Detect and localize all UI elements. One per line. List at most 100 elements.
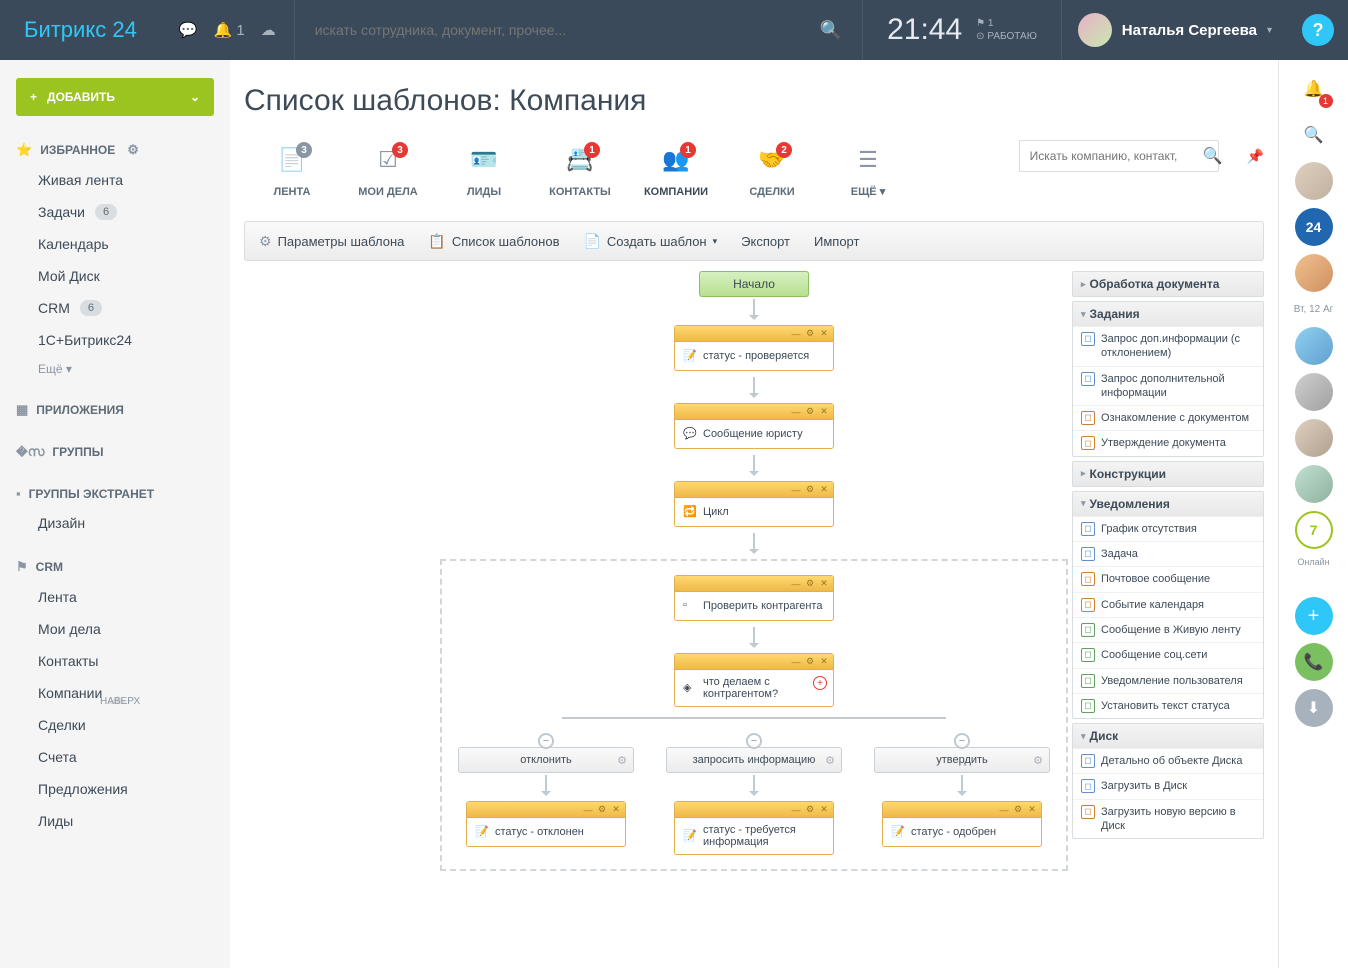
minimize-icon[interactable]: — bbox=[791, 485, 801, 495]
online-count[interactable]: 7 bbox=[1295, 511, 1333, 549]
sidebar-item[interactable]: Лиды bbox=[0, 805, 230, 837]
minimize-icon[interactable]: — bbox=[791, 657, 801, 667]
palette-item[interactable]: ◻График отсутствия bbox=[1073, 516, 1263, 541]
workflow-node[interactable]: —⚙✕💬Сообщение юристу bbox=[674, 403, 834, 449]
gear-icon[interactable]: ⚙ bbox=[805, 805, 815, 815]
branch-remove-icon[interactable]: − bbox=[746, 733, 762, 749]
bell-icon[interactable]: 🔔 1 bbox=[214, 21, 245, 39]
gear-icon[interactable]: ⚙ bbox=[805, 485, 815, 495]
close-icon[interactable]: ✕ bbox=[1027, 805, 1037, 815]
gear-icon[interactable]: ⚙ bbox=[805, 407, 815, 417]
crm-tab[interactable]: 👥КОМПАНИИ1 bbox=[628, 140, 724, 206]
toolbar-item[interactable]: Импорт bbox=[814, 234, 859, 249]
sidebar-item[interactable]: Лента bbox=[0, 581, 230, 613]
close-icon[interactable]: ✕ bbox=[611, 805, 621, 815]
sidebar-section-title[interactable]: ▪ГРУППЫ ЭКСТРАНЕТ bbox=[0, 480, 230, 507]
palette-section-header[interactable]: ▾Задания bbox=[1073, 302, 1263, 326]
toolbar-item[interactable]: ⚙Параметры шаблона bbox=[259, 233, 404, 250]
workflow-node[interactable]: —⚙✕📝статус - отклонен bbox=[466, 801, 626, 847]
sidebar-item[interactable]: Контакты bbox=[0, 645, 230, 677]
toolbar-item[interactable]: Экспорт bbox=[741, 234, 790, 249]
gear-icon[interactable]: ⚙ bbox=[597, 805, 607, 815]
search-icon[interactable]: 🔍 bbox=[1295, 116, 1333, 154]
minimize-icon[interactable]: — bbox=[999, 805, 1009, 815]
sidebar-section-title[interactable]: ▦ПРИЛОЖЕНИЯ bbox=[0, 396, 230, 424]
palette-item[interactable]: ◻Почтовое сообщение bbox=[1073, 566, 1263, 591]
branch-node[interactable]: утвердить⚙ bbox=[874, 747, 1050, 773]
download-icon[interactable]: ⬇ bbox=[1295, 689, 1333, 727]
toolbar-item[interactable]: 📋Список шаблонов bbox=[428, 233, 559, 250]
palette-item[interactable]: ◻Задача bbox=[1073, 541, 1263, 566]
gear-icon[interactable]: ⚙ bbox=[805, 579, 815, 589]
start-node[interactable]: Начало bbox=[699, 271, 809, 297]
help-button[interactable]: ? bbox=[1302, 14, 1334, 46]
palette-item[interactable]: ◻Событие календаря bbox=[1073, 592, 1263, 617]
crm-tab[interactable]: ☰ЕЩЁ ▾ bbox=[820, 140, 916, 206]
back-to-top[interactable]: НАВЕРХ bbox=[100, 696, 140, 707]
gear-icon[interactable]: ⚙ bbox=[127, 142, 139, 158]
contact-avatar[interactable] bbox=[1295, 162, 1333, 200]
notifications-icon[interactable]: 🔔1 bbox=[1295, 70, 1333, 108]
workflow-node[interactable]: —⚙✕🔁Цикл bbox=[674, 481, 834, 527]
sidebar-item[interactable]: CRM6 bbox=[0, 292, 230, 324]
branch-node[interactable]: запросить информацию⚙ bbox=[666, 747, 842, 773]
user-menu[interactable]: Наталья Сергеева ▾ bbox=[1062, 13, 1288, 47]
branch-remove-icon[interactable]: − bbox=[954, 733, 970, 749]
search-input[interactable] bbox=[315, 22, 810, 38]
contact-avatar[interactable] bbox=[1295, 465, 1333, 503]
contact-avatar[interactable] bbox=[1295, 373, 1333, 411]
contact-avatar[interactable] bbox=[1295, 419, 1333, 457]
condition-node[interactable]: —⚙✕◈что делаем с контрагентом?+ bbox=[674, 653, 834, 707]
crm-tab[interactable]: 📇КОНТАКТЫ1 bbox=[532, 140, 628, 206]
palette-item[interactable]: ◻Сообщение в Живую ленту bbox=[1073, 617, 1263, 642]
sidebar-item[interactable]: Мои дела bbox=[0, 613, 230, 645]
sidebar-item[interactable]: 1С+Битрикс24 bbox=[0, 324, 230, 356]
palette-item[interactable]: ◻Утверждение документа bbox=[1073, 430, 1263, 455]
gear-icon[interactable]: ⚙ bbox=[1033, 754, 1043, 767]
palette-item[interactable]: ◻Уведомление пользователя bbox=[1073, 668, 1263, 693]
clock-widget[interactable]: 21:44 ⚑ 1 ⊙ РАБОТАЮ bbox=[863, 13, 1061, 47]
gear-icon[interactable]: ⚙ bbox=[805, 329, 815, 339]
palette-item[interactable]: ◻Сообщение соц.сети bbox=[1073, 642, 1263, 667]
sidebar-section-title[interactable]: �സГРУППЫ bbox=[0, 438, 230, 466]
sidebar-item[interactable]: Задачи6 bbox=[0, 196, 230, 228]
palette-section-header[interactable]: ▸Обработка документа bbox=[1073, 272, 1263, 296]
toolbar-item[interactable]: 📄Создать шаблон ▾ bbox=[583, 233, 717, 250]
minimize-icon[interactable]: — bbox=[583, 805, 593, 815]
gear-icon[interactable]: ⚙ bbox=[617, 754, 627, 767]
palette-section-header[interactable]: ▾Уведомления bbox=[1073, 492, 1263, 516]
sidebar-item[interactable]: Дизайн bbox=[0, 507, 230, 539]
close-icon[interactable]: ✕ bbox=[819, 407, 829, 417]
minimize-icon[interactable]: — bbox=[791, 579, 801, 589]
minimize-icon[interactable]: — bbox=[791, 407, 801, 417]
close-icon[interactable]: ✕ bbox=[819, 579, 829, 589]
palette-item[interactable]: ◻Ознакомление с документом bbox=[1073, 405, 1263, 430]
add-branch-icon[interactable]: + bbox=[813, 676, 827, 690]
sidebar-section-title[interactable]: ⚑CRM bbox=[0, 553, 230, 581]
close-icon[interactable]: ✕ bbox=[819, 485, 829, 495]
sidebar-item[interactable]: Мой Диск bbox=[0, 260, 230, 292]
add-button[interactable]: + ДОБАВИТЬ ⌄ bbox=[16, 78, 214, 116]
sidebar-item[interactable]: Календарь bbox=[0, 228, 230, 260]
pin-icon[interactable]: 📌 bbox=[1247, 148, 1264, 165]
sidebar-item[interactable]: Счета bbox=[0, 741, 230, 773]
crm-tab[interactable]: 🤝СДЕЛКИ2 bbox=[724, 140, 820, 206]
close-icon[interactable]: ✕ bbox=[819, 657, 829, 667]
search-icon[interactable]: 🔍 bbox=[1203, 146, 1223, 166]
cloud-icon[interactable]: ☁ bbox=[261, 21, 276, 39]
close-icon[interactable]: ✕ bbox=[819, 329, 829, 339]
branch-remove-icon[interactable]: − bbox=[538, 733, 554, 749]
palette-item[interactable]: ◻Загрузить в Диск bbox=[1073, 773, 1263, 798]
sidebar-section-title[interactable]: ⭐ИЗБРАННОЕ⚙ bbox=[0, 136, 230, 164]
crm-tab[interactable]: ☑МОИ ДЕЛА3 bbox=[340, 140, 436, 206]
palette-item[interactable]: ◻Детально об объекте Диска bbox=[1073, 748, 1263, 773]
workflow-node[interactable]: —⚙✕📝статус - требуется информация bbox=[674, 801, 834, 855]
search-icon[interactable]: 🔍 bbox=[820, 20, 842, 41]
logo[interactable]: Битрикс 24 bbox=[0, 17, 161, 43]
chat-icon[interactable]: 💬 bbox=[179, 21, 198, 39]
sidebar-item[interactable]: Живая лента bbox=[0, 164, 230, 196]
add-icon[interactable]: + bbox=[1295, 597, 1333, 635]
workflow-node[interactable]: —⚙✕📝статус - одобрен bbox=[882, 801, 1042, 847]
close-icon[interactable]: ✕ bbox=[819, 805, 829, 815]
contact-avatar[interactable] bbox=[1295, 254, 1333, 292]
